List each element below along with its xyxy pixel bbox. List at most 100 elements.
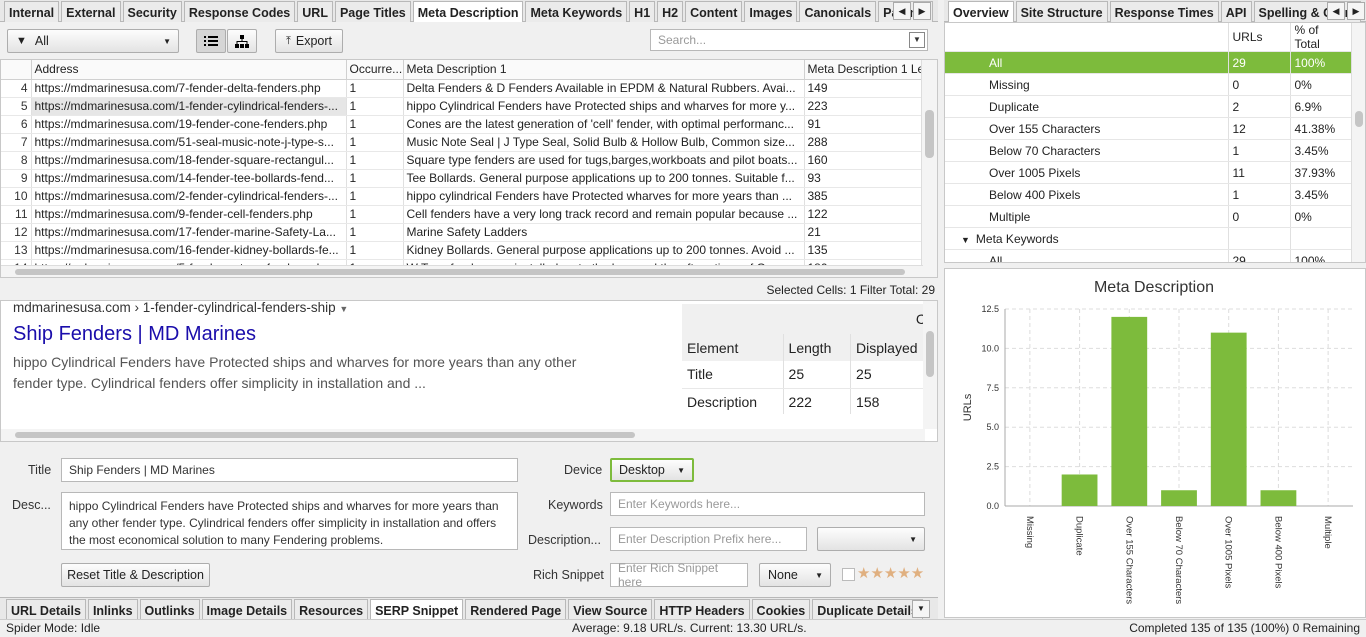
left-tab-4[interactable]: URL [297, 1, 333, 22]
table-row[interactable]: 6 https://mdmarinesusa.com/19-fender-cone… [1, 115, 922, 134]
rich-snippet-input[interactable]: Enter Rich Snippet here [610, 561, 748, 589]
bottom-tab-8[interactable]: HTTP Headers [654, 599, 750, 620]
left-tab-11[interactable]: Images [744, 1, 798, 22]
right-tab-scroll-right-button[interactable]: ▶ [1347, 2, 1365, 20]
table-cell[interactable]: 21 [804, 223, 922, 242]
column-header-2[interactable]: Occurre... [346, 60, 404, 80]
overview-vscroll[interactable] [1351, 23, 1365, 262]
reset-title-description-button[interactable]: Reset Title & Description [61, 563, 210, 587]
table-cell[interactable]: 10 [1, 187, 32, 206]
expand-arrow-icon[interactable]: ▼ [961, 235, 970, 245]
table-cell[interactable]: 1 [346, 187, 404, 206]
table-cell[interactable]: https://mdmarinesusa.com/51-seal-music-n… [31, 133, 347, 152]
bottom-tab-5[interactable]: SERP Snippet [370, 599, 464, 620]
table-cell[interactable]: 160 [804, 151, 922, 170]
column-header-1[interactable]: Address [31, 60, 347, 80]
overview-label[interactable]: Multiple [945, 205, 1229, 228]
horizontal-scrollbar[interactable] [1, 265, 923, 277]
table-cell[interactable]: https://mdmarinesusa.com/1-fender-cylind… [31, 97, 347, 116]
tree-view-button[interactable] [227, 29, 257, 53]
filter-dropdown[interactable]: ▼ All ▼ [7, 29, 179, 53]
table-cell[interactable]: 1 [346, 241, 404, 260]
table-cell[interactable]: Delta Fenders & D Fenders Available in E… [403, 79, 805, 98]
table-cell[interactable]: 135 [804, 241, 922, 260]
export-button[interactable]: ⤒ Export [275, 29, 343, 53]
table-row[interactable]: 7 https://mdmarinesusa.com/51-seal-music-… [1, 133, 922, 152]
left-tab-8[interactable]: H1 [629, 1, 656, 22]
bottom-tab-2[interactable]: Outlinks [139, 599, 200, 620]
table-cell[interactable]: 93 [804, 169, 922, 188]
table-cell[interactable]: Cell fenders have a very long track reco… [403, 205, 805, 224]
overview-label[interactable]: All [945, 249, 1229, 262]
left-tab-5[interactable]: Page Titles [334, 1, 411, 22]
right-tab-0[interactable]: Overview [948, 1, 1014, 22]
bottom-tab-9[interactable]: Cookies [751, 599, 811, 620]
table-cell[interactable]: hippo Cylindrical Fenders have Protected… [403, 97, 805, 116]
title-input[interactable]: Ship Fenders | MD Marines [61, 458, 518, 482]
left-tab-3[interactable]: Response Codes [183, 1, 296, 22]
search-input[interactable]: Search... ▼ [650, 29, 928, 51]
table-cell[interactable]: https://mdmarinesusa.com/14-fender-tee-b… [31, 169, 347, 188]
overview-row[interactable]: Missing 0 0% [945, 73, 1352, 96]
list-view-button[interactable] [196, 29, 226, 53]
chevron-down-icon[interactable]: ▼ [909, 32, 925, 48]
overview-row[interactable]: Duplicate 2 6.9% [945, 95, 1352, 118]
overview-row[interactable]: Below 70 Characters 1 3.45% [945, 139, 1352, 162]
table-cell[interactable]: 1 [346, 205, 404, 224]
bottom-tab-7[interactable]: View Source [568, 599, 653, 620]
overview-row[interactable]: Multiple 0 0% [945, 205, 1352, 228]
overview-label[interactable]: Over 155 Characters [945, 117, 1229, 140]
column-header-3[interactable]: Meta Description 1 [403, 60, 805, 80]
bottom-tab-0[interactable]: URL Details [6, 599, 86, 620]
table-cell[interactable]: 1 [346, 169, 404, 188]
bar[interactable] [1210, 332, 1247, 506]
table-cell[interactable]: 385 [804, 187, 922, 206]
table-row[interactable]: 11 https://mdmarinesusa.com/9-fender-cell… [1, 205, 922, 224]
table-cell[interactable]: https://mdmarinesusa.com/19-fender-cone-… [31, 115, 347, 134]
table-cell[interactable]: 1 [346, 115, 404, 134]
table-row[interactable]: 10 https://mdmarinesusa.com/2-fender-cyli… [1, 187, 922, 206]
table-cell[interactable]: 288 [804, 133, 922, 152]
left-tab-7[interactable]: Meta Keywords [525, 1, 628, 22]
table-row[interactable]: 9 https://mdmarinesusa.com/14-fender-tee-… [1, 169, 922, 188]
overview-label[interactable]: Below 400 Pixels [945, 183, 1229, 206]
serp-vscroll[interactable] [923, 301, 937, 429]
overview-label[interactable]: Missing [945, 73, 1229, 96]
overview-row[interactable]: All 29 100% [945, 51, 1352, 74]
overview-label[interactable]: Below 70 Characters [945, 139, 1229, 162]
bar[interactable] [1260, 490, 1297, 506]
table-cell[interactable]: https://mdmarinesusa.com/17-fender-marin… [31, 223, 347, 242]
table-cell[interactable]: 12 [1, 223, 32, 242]
table-cell[interactable]: 223 [804, 97, 922, 116]
column-header-4[interactable]: Meta Description 1 Le [804, 60, 922, 80]
left-tab-0[interactable]: Internal [4, 1, 60, 22]
table-cell[interactable]: 8 [1, 151, 32, 170]
table-cell[interactable]: 91 [804, 115, 922, 134]
left-tab-12[interactable]: Canonicals [799, 1, 877, 22]
table-cell[interactable]: Marine Safety Ladders [403, 223, 805, 242]
device-dropdown[interactable]: Desktop ▼ [610, 458, 694, 482]
rich-snippet-dropdown[interactable]: None ▼ [759, 563, 831, 587]
keywords-input[interactable]: Enter Keywords here... [610, 492, 925, 516]
table-row[interactable]: 13 https://mdmarinesusa.com/16-fender-kid… [1, 241, 922, 260]
right-tab-3[interactable]: API [1220, 1, 1252, 22]
vertical-scrollbar[interactable] [921, 60, 937, 277]
table-row[interactable]: 8 https://mdmarinesusa.com/18-fender-squa… [1, 151, 922, 170]
table-cell[interactable]: https://mdmarinesusa.com/9-fender-cell-f… [31, 205, 347, 224]
table-cell[interactable]: 1 [346, 151, 404, 170]
table-row[interactable]: 12 https://mdmarinesusa.com/17-fender-mar… [1, 223, 922, 242]
left-tab-2[interactable]: Security [122, 1, 182, 22]
table-cell[interactable]: Music Note Seal | J Type Seal, Solid Bul… [403, 133, 805, 152]
table-cell[interactable]: 9 [1, 169, 32, 188]
table-cell[interactable]: 1 [346, 133, 404, 152]
table-row[interactable]: 4 https://mdmarinesusa.com/7-fender-delta… [1, 79, 922, 98]
overview-row[interactable]: Over 1005 Pixels 11 37.93% [945, 161, 1352, 184]
overview-label[interactable]: ▼ Meta Keywords [945, 227, 1229, 250]
left-tab-9[interactable]: H2 [657, 1, 684, 22]
right-tab-2[interactable]: Response Times [1109, 1, 1219, 22]
description-textarea[interactable]: hippo Cylindrical Fenders have Protected… [61, 492, 518, 550]
description-prefix-input[interactable]: Enter Description Prefix here... [610, 527, 807, 551]
table-cell[interactable]: 5 [1, 97, 32, 116]
bottom-tab-1[interactable]: Inlinks [87, 599, 138, 620]
tab-scroll-left-button[interactable]: ◀ [893, 2, 911, 20]
